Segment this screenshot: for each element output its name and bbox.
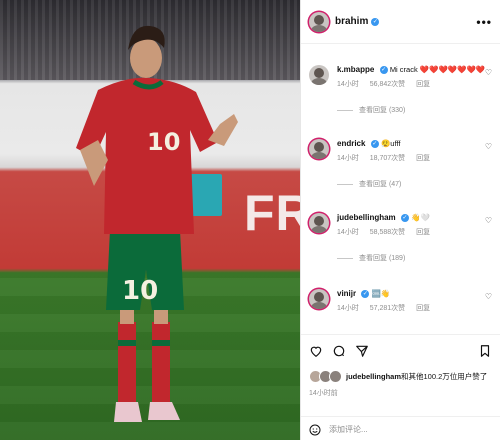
instagram-post: FR 10 10 brahim ✓ ••• k.mbappe ✓ Mi crac… [0, 0, 500, 440]
comment-likes[interactable]: 57,281次赞 [370, 305, 405, 312]
view-replies-button[interactable]: 查看回复 (330) [337, 105, 492, 115]
comment-item: k.mbappe ✓ Mi crack ❤️❤️❤️❤️❤️❤️❤️ 14小时 … [309, 64, 492, 115]
comment-time: 14小时 [337, 229, 359, 236]
comment-time: 14小时 [337, 81, 359, 88]
comment-username[interactable]: endrick [337, 139, 365, 148]
post-action-bar [301, 334, 500, 367]
commenter-avatar[interactable] [309, 289, 329, 309]
post-photo[interactable]: FR 10 10 [0, 0, 300, 440]
reply-button[interactable]: 回复 [416, 305, 430, 312]
reply-button[interactable]: 回复 [416, 155, 430, 162]
comment-item: endrick ✓ 😮‍💨ufff 14小时 18,707次赞 回复 查看回复 … [309, 138, 492, 189]
verified-badge-icon: ✓ [370, 139, 379, 148]
comment-likes[interactable]: 56,842次赞 [370, 81, 405, 88]
comment-time: 14小时 [337, 305, 359, 312]
commenter-avatar[interactable] [309, 139, 329, 159]
post-header: brahim ✓ ••• [301, 0, 500, 44]
liked-by-username[interactable]: judebellingham [346, 372, 401, 381]
verified-badge-icon: ✓ [400, 213, 409, 222]
comment-like-heart-icon[interactable]: ♡ [485, 142, 492, 151]
commenter-avatar[interactable] [309, 65, 329, 85]
comment-bubble-icon[interactable] [332, 344, 346, 358]
comment-text: 🆒👋 [371, 289, 391, 298]
liked-by-rest: 和其他100.2万位用户赞了 [401, 372, 488, 381]
share-send-icon[interactable] [355, 344, 369, 358]
replies-divider [337, 257, 353, 259]
comment-like-heart-icon[interactable]: ♡ [485, 68, 492, 77]
verified-badge-icon: ✓ [361, 289, 370, 298]
add-comment-bar [301, 416, 500, 441]
comment-username[interactable]: vinijr [337, 289, 356, 298]
jersey-number: 10 [147, 128, 181, 156]
view-replies-label: 查看回复 (189) [359, 255, 406, 262]
comment-time: 14小时 [337, 155, 359, 162]
reply-button[interactable]: 回复 [416, 81, 430, 88]
more-options-icon[interactable]: ••• [476, 15, 492, 29]
view-replies-button[interactable]: 查看回复 (189) [337, 253, 492, 263]
emoji-icon[interactable] [309, 423, 321, 436]
comment-text: Mi crack ❤️❤️❤️❤️❤️❤️❤️ [389, 65, 486, 74]
like-heart-icon[interactable] [309, 344, 323, 358]
commenter-avatar[interactable] [309, 213, 329, 233]
comment-like-heart-icon[interactable]: ♡ [485, 292, 492, 301]
reply-button[interactable]: 回复 [416, 229, 430, 236]
verified-badge-icon: ✓ [379, 65, 388, 74]
view-replies-label: 查看回复 (330) [359, 107, 406, 114]
post-timestamp: 14小时前 [309, 390, 338, 397]
comment-text: 👋🤍 [411, 213, 430, 222]
liker-avatars [309, 370, 342, 383]
comment-item: vinijr ✓ 🆒👋 14小时 57,281次赞 回复 ♡ [309, 288, 492, 313]
shorts-number: 10 [122, 276, 159, 306]
likes-summary[interactable]: judebellingham 和其他100.2万位用户赞了 [309, 370, 496, 383]
comment-username[interactable]: judebellingham [337, 213, 396, 222]
bookmark-save-icon[interactable] [478, 344, 492, 358]
verified-badge-icon: ✓ [371, 17, 380, 26]
post-side-panel: brahim ✓ ••• k.mbappe ✓ Mi crack ❤️❤️❤️❤… [300, 0, 500, 440]
replies-divider [337, 109, 353, 111]
comment-username[interactable]: k.mbappe [337, 65, 374, 74]
replies-divider [337, 183, 353, 185]
ad-board-text: FR [244, 185, 300, 241]
comment-likes[interactable]: 18,707次赞 [370, 155, 405, 162]
comment-likes[interactable]: 58,588次赞 [370, 229, 405, 236]
view-replies-label: 查看回复 (47) [359, 181, 402, 188]
comment-text: 😮‍💨ufff [380, 139, 401, 148]
view-replies-button[interactable]: 查看回复 (47) [337, 179, 492, 189]
comment-like-heart-icon[interactable]: ♡ [485, 216, 492, 225]
player-figure [76, 25, 238, 422]
add-comment-input[interactable] [327, 423, 481, 435]
comment-item: judebellingham ✓ 👋🤍 14小时 58,588次赞 回复 查看回… [309, 212, 492, 263]
author-username[interactable]: brahim [335, 16, 368, 27]
author-avatar[interactable] [309, 11, 329, 32]
